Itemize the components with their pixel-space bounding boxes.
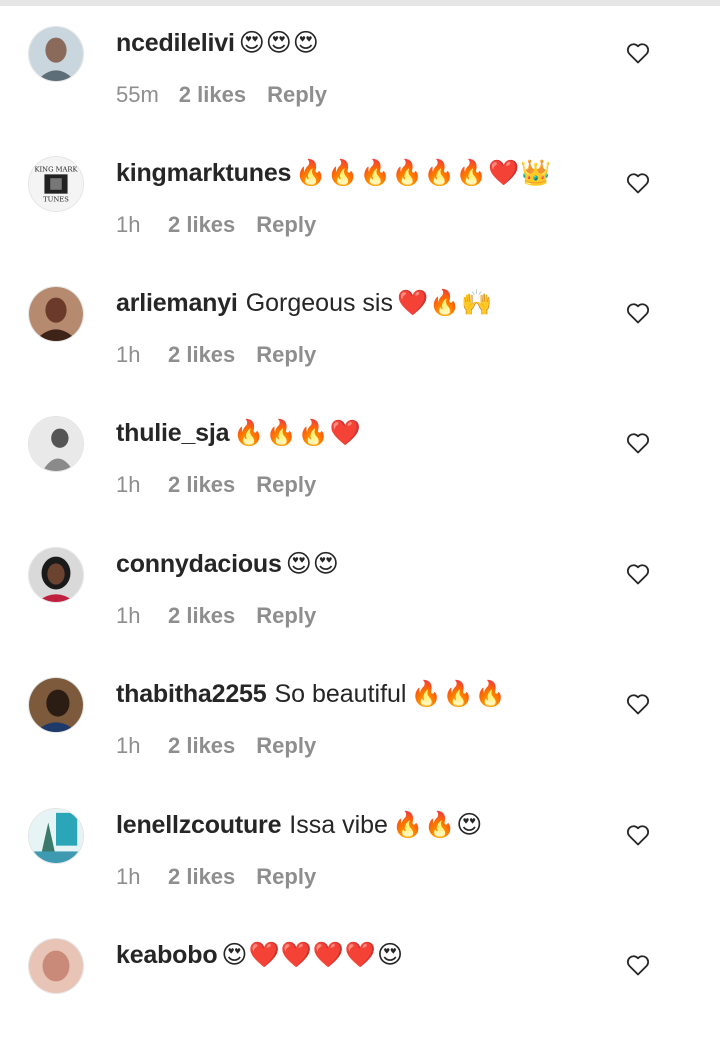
comment-likes[interactable]: 2 likes	[168, 472, 235, 498]
svg-text:KING MARK: KING MARK	[34, 165, 78, 173]
comment-username[interactable]: connydacious	[116, 550, 282, 579]
comment-likes[interactable]: 2 likes	[179, 82, 246, 108]
like-heart-icon[interactable]	[626, 172, 650, 194]
comment-time: 1h	[116, 864, 141, 889]
avatar[interactable]	[28, 547, 84, 603]
avatar[interactable]	[28, 938, 84, 994]
reply-button[interactable]: Reply	[256, 342, 316, 368]
like-heart-icon[interactable]	[626, 563, 650, 585]
comment-time: 1h	[116, 603, 141, 628]
comment-text: So beautiful	[274, 679, 407, 708]
like-heart-icon[interactable]	[626, 302, 650, 324]
comment-item: arliemanyi Gorgeous sis ❤️🔥🙌 1h 2 likes …	[0, 286, 720, 406]
reply-button[interactable]: Reply	[256, 864, 316, 890]
comment-time: 1h	[116, 472, 141, 497]
reply-button[interactable]: Reply	[256, 733, 316, 759]
like-heart-icon[interactable]	[626, 824, 650, 846]
reply-button[interactable]: Reply	[256, 603, 316, 629]
comment-username[interactable]: keabobo	[116, 941, 218, 970]
comment-likes[interactable]: 2 likes	[168, 212, 235, 238]
comment-time: 1h	[116, 342, 141, 367]
avatar[interactable]	[28, 26, 84, 82]
like-heart-icon[interactable]	[626, 693, 650, 715]
comment-item: keabobo 😍❤️❤️❤️❤️😍	[0, 938, 720, 1058]
comment-emoji: 🔥🔥😍	[391, 811, 484, 839]
comment-text: Issa vibe	[289, 810, 388, 839]
top-divider	[0, 0, 720, 6]
comment-emoji: ❤️🔥🙌	[396, 288, 494, 317]
avatar[interactable]	[28, 808, 84, 864]
comment-item: lenellzcouture Issa vibe 🔥🔥😍 1h 2 likes …	[0, 808, 720, 928]
comment-time: 1h	[116, 733, 141, 758]
comment-item: connydacious 😍😍 1h 2 likes Reply	[0, 547, 720, 667]
avatar[interactable]	[28, 286, 84, 342]
comment-time: 1h	[116, 212, 141, 237]
avatar[interactable]	[28, 416, 84, 472]
comment-emoji: 😍😍	[285, 550, 340, 578]
comment-likes[interactable]: 2 likes	[168, 342, 235, 368]
comment-item: thabitha2255 So beautiful 🔥🔥🔥 1h 2 likes…	[0, 677, 720, 797]
comment-username[interactable]: ncedilelivi	[116, 29, 235, 58]
comment-username[interactable]: lenellzcouture	[116, 811, 281, 840]
comment-emoji: 🔥🔥🔥🔥🔥🔥❤️👑	[295, 158, 553, 187]
like-heart-icon[interactable]	[626, 954, 650, 976]
avatar[interactable]	[28, 677, 84, 733]
comment-time: 55m	[116, 82, 159, 107]
like-heart-icon[interactable]	[626, 432, 650, 454]
reply-button[interactable]: Reply	[256, 472, 316, 498]
comment-emoji: 🔥🔥🔥❤️	[233, 418, 362, 447]
comment-username[interactable]: kingmarktunes	[116, 159, 291, 188]
like-heart-icon[interactable]	[626, 42, 650, 64]
comment-emoji: 😍😍😍	[238, 29, 320, 57]
comment-likes[interactable]: 2 likes	[168, 733, 235, 759]
avatar[interactable]: KING MARK TUNES	[28, 156, 84, 212]
comment-username[interactable]: thabitha2255	[116, 680, 267, 709]
reply-button[interactable]: Reply	[267, 82, 327, 108]
comment-item: thulie_sja 🔥🔥🔥❤️ 1h 2 likes Reply	[0, 416, 720, 536]
comment-item: ncedilelivi 😍😍😍 55m 2 likes Reply	[0, 26, 720, 146]
comment-username[interactable]: thulie_sja	[116, 419, 230, 448]
comment-likes[interactable]: 2 likes	[168, 864, 235, 890]
svg-text:TUNES: TUNES	[43, 195, 69, 203]
comment-username[interactable]: arliemanyi	[116, 289, 238, 318]
comment-emoji: 🔥🔥🔥	[410, 679, 507, 708]
reply-button[interactable]: Reply	[256, 212, 316, 238]
comment-emoji: 😍❤️❤️❤️❤️😍	[221, 941, 405, 969]
comment-item: KING MARK TUNES kingmarktunes 🔥🔥🔥🔥🔥🔥❤️👑 1…	[0, 156, 720, 276]
comment-likes[interactable]: 2 likes	[168, 603, 235, 629]
comment-text: Gorgeous sis	[245, 288, 393, 317]
